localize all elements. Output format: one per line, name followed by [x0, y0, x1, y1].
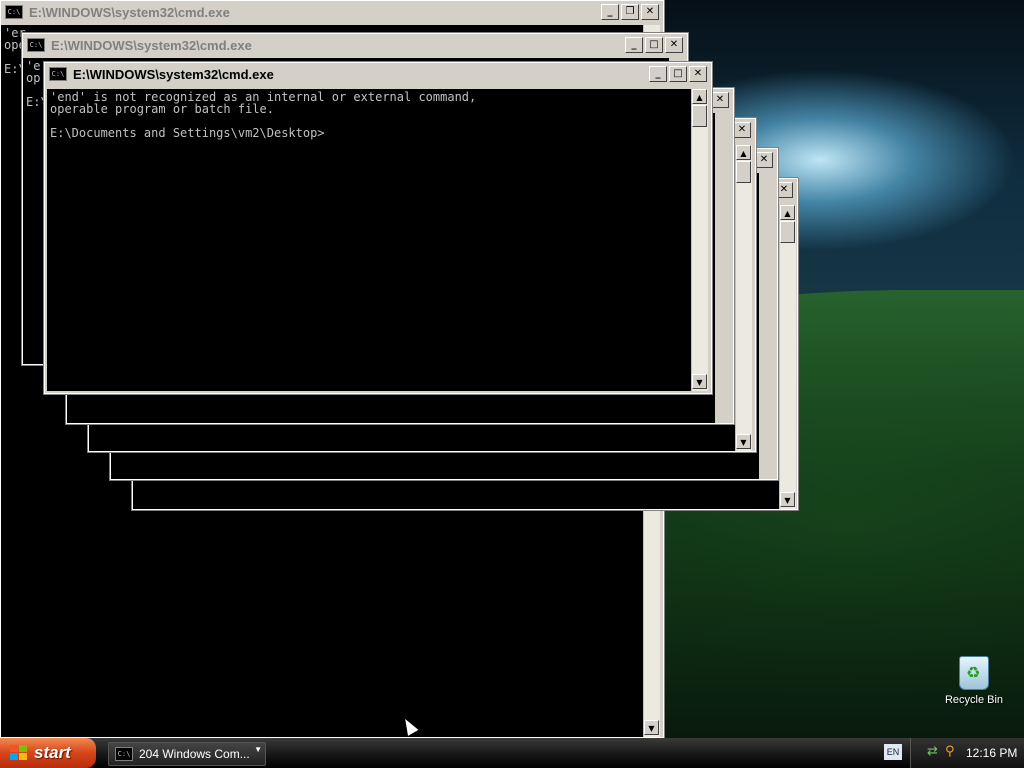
- scroll-thumb[interactable]: [780, 221, 795, 243]
- window-title: E:\WINDOWS\system32\cmd.exe: [73, 66, 274, 82]
- language-indicator[interactable]: EN: [884, 744, 902, 760]
- network-icon[interactable]: ⇄: [927, 745, 941, 759]
- titlebar[interactable]: C:\ E:\WINDOWS\system32\cmd.exe _ □ ✕: [45, 63, 711, 85]
- minimize-button[interactable]: _: [649, 66, 667, 82]
- clock[interactable]: 12:16 PM: [966, 746, 1017, 760]
- scroll-up-button[interactable]: ▲: [692, 89, 707, 104]
- scroll-up-button[interactable]: ▲: [736, 145, 751, 160]
- close-button[interactable]: ✕: [755, 152, 773, 168]
- scroll-thumb[interactable]: [736, 161, 751, 183]
- taskbar: start C:\ 204 Windows Com... ▼ EN ⇄ ⚲ 12…: [0, 738, 1024, 768]
- minimize-button[interactable]: _: [601, 4, 619, 20]
- close-button[interactable]: ✕: [711, 92, 729, 108]
- start-button[interactable]: start: [0, 738, 96, 768]
- taskbar-group-label: 204 Windows Com...: [139, 747, 250, 761]
- vertical-scrollbar[interactable]: ▲ ▼: [735, 145, 752, 451]
- scroll-down-button[interactable]: ▼: [644, 720, 659, 735]
- recycle-bin[interactable]: Recycle Bin: [944, 656, 1004, 706]
- start-label: start: [34, 743, 71, 762]
- scroll-thumb[interactable]: [692, 105, 707, 127]
- search-icon[interactable]: ⚲: [945, 745, 959, 759]
- titlebar[interactable]: C:\ E:\WINDOWS\system32\cmd.exe _ □ ✕: [23, 34, 687, 56]
- titlebar[interactable]: C:\ E:\WINDOWS\system32\cmd.exe _ ❐ ✕: [1, 1, 663, 23]
- console-output[interactable]: 'end' is not recognized as an internal o…: [47, 89, 691, 391]
- scroll-down-button[interactable]: ▼: [736, 434, 751, 449]
- close-button[interactable]: ✕: [641, 4, 659, 20]
- scroll-up-button[interactable]: ▲: [780, 205, 795, 220]
- close-button[interactable]: ✕: [665, 37, 683, 53]
- windows-flag-icon: [10, 745, 28, 761]
- vertical-scrollbar[interactable]: ▲ ▼: [779, 205, 796, 509]
- minimize-button[interactable]: _: [625, 37, 643, 53]
- scroll-down-button[interactable]: ▼: [780, 492, 795, 507]
- maximize-button[interactable]: □: [669, 66, 687, 82]
- recycle-bin-label: Recycle Bin: [944, 694, 1004, 706]
- restore-button[interactable]: ❐: [621, 4, 639, 20]
- recycle-bin-icon: [959, 656, 989, 690]
- vertical-scrollbar[interactable]: ▲ ▼: [691, 89, 708, 391]
- close-button[interactable]: ✕: [733, 122, 751, 138]
- window-title: E:\WINDOWS\system32\cmd.exe: [29, 4, 230, 20]
- cmd-window-active[interactable]: C:\ E:\WINDOWS\system32\cmd.exe _ □ ✕ 'e…: [43, 61, 713, 395]
- maximize-button[interactable]: □: [645, 37, 663, 53]
- close-button[interactable]: ✕: [689, 66, 707, 82]
- scroll-down-button[interactable]: ▼: [692, 374, 707, 389]
- taskbar-group-button[interactable]: C:\ 204 Windows Com... ▼: [108, 742, 266, 766]
- window-title: E:\WINDOWS\system32\cmd.exe: [51, 37, 252, 53]
- cmd-icon: C:\: [115, 747, 133, 761]
- chevron-down-icon: ▼: [254, 745, 262, 754]
- cmd-icon: C:\: [5, 5, 23, 19]
- cmd-icon: C:\: [49, 67, 67, 81]
- cmd-icon: C:\: [27, 38, 45, 52]
